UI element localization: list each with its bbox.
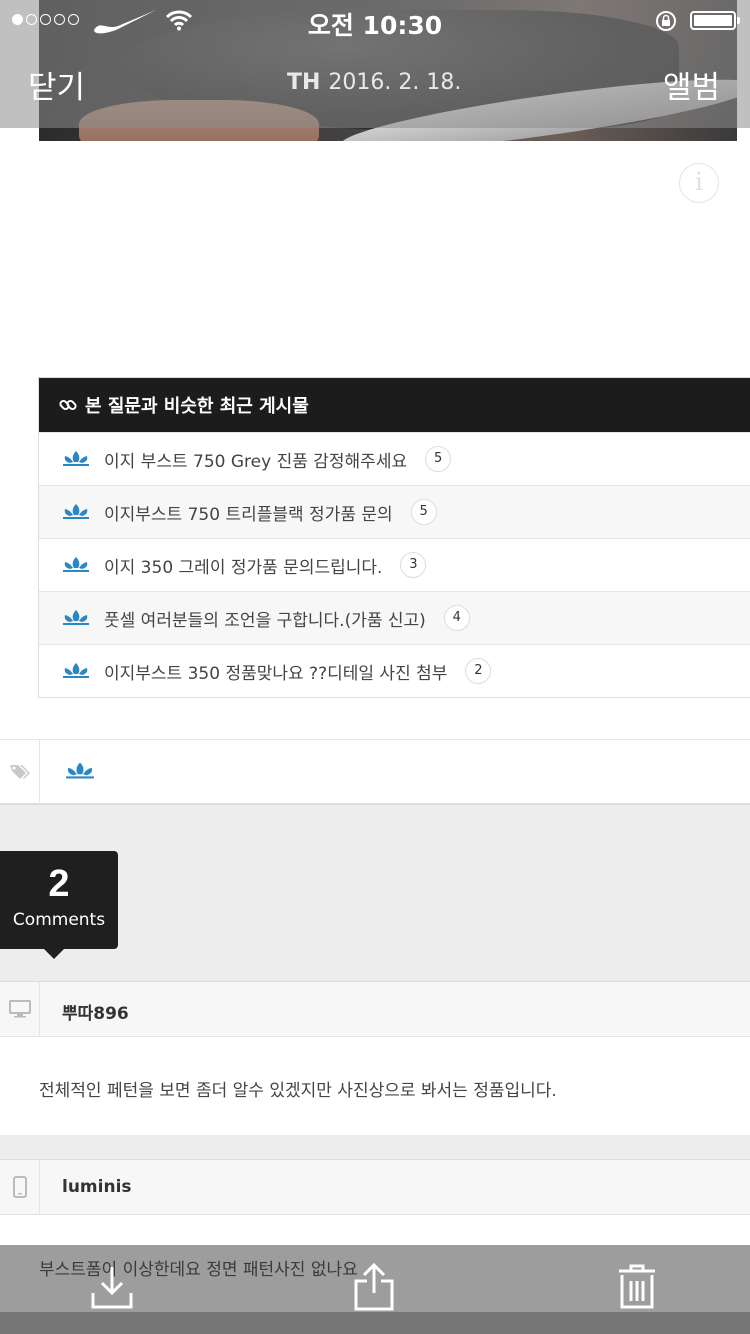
related-posts: 본 질문과 비슷한 최근 게시물 이지 부스트 750 Grey 진품 감정해주… — [38, 377, 750, 698]
comment-text: 부스트폼이 이상한데요 정면 패턴사진 없나요 — [39, 1260, 358, 1280]
device-cell — [0, 982, 40, 1036]
desktop-icon — [8, 1000, 31, 1018]
adidas-trefoil-icon — [63, 663, 89, 678]
photo-title: TH 2016. 2. 18. — [287, 70, 461, 95]
status-time: 오전 10:30 — [307, 11, 443, 40]
related-post-item[interactable]: 이지부스트 750 트리플블랙 정가품 문의 5 — [39, 485, 750, 538]
adidas-trefoil-icon — [63, 451, 89, 466]
comment-header: 뿌따896 — [0, 981, 750, 1037]
adidas-trefoil-icon — [63, 557, 89, 572]
related-posts-header: 본 질문과 비슷한 최근 게시물 — [39, 378, 750, 432]
related-post-item[interactable]: 풋셀 여러분들의 조언을 구합니다.(가품 신고) 4 — [39, 591, 750, 644]
comments-count-number: 2 — [48, 863, 70, 905]
rotation-lock-icon — [656, 11, 676, 31]
adidas-trefoil-icon[interactable] — [64, 760, 96, 782]
comment-header: luminis — [0, 1159, 750, 1215]
comment-author[interactable]: 뿌따896 — [62, 999, 129, 1024]
tag-icon — [9, 765, 30, 779]
status-bar: 오전 10:30 — [0, 0, 750, 40]
download-icon[interactable] — [90, 1263, 134, 1311]
related-post-item[interactable]: 이지부스트 350 정품맞나요 ??디테일 사진 첨부 2 — [39, 644, 750, 697]
related-post-title: 이지부스트 750 트리플블랙 정가품 문의 — [104, 504, 393, 525]
adidas-trefoil-icon — [63, 610, 89, 625]
related-posts-title: 본 질문과 비슷한 최근 게시물 — [85, 396, 309, 417]
title-prefix: TH — [287, 70, 321, 95]
mobile-phone-icon — [12, 1176, 27, 1198]
related-post-item[interactable]: 이지 350 그레이 정가품 문의드립니다. 3 — [39, 538, 750, 591]
comment-text: 전체적인 페턴을 보면 좀더 알수 있겠지만 사진상으로 봐서는 정품입니다. — [39, 1081, 557, 1101]
related-post-title: 이지부스트 350 정품맞나요 ??디테일 사진 첨부 — [104, 663, 448, 684]
comment-count-badge: 2 — [465, 658, 492, 684]
comment-author[interactable]: luminis — [62, 1177, 132, 1197]
comments-count-label: Comments — [12, 910, 106, 930]
comment-count-badge: 3 — [400, 552, 427, 578]
home-indicator-strip — [0, 1312, 750, 1334]
related-post-title: 이지 350 그레이 정가품 문의드립니다. — [104, 557, 383, 578]
comments-count-badge: 2 Comments — [0, 851, 118, 959]
related-post-title: 풋셀 여러분들의 조언을 구합니다.(가품 신고) — [104, 610, 426, 631]
tag-icon-cell — [0, 740, 40, 804]
album-button[interactable]: 앨범 — [663, 62, 720, 107]
comment-count-badge: 5 — [425, 446, 452, 472]
close-button[interactable]: 닫기 — [28, 62, 85, 107]
related-post-title: 이지 부스트 750 Grey 진품 감정해주세요 — [104, 451, 408, 472]
comment-count-badge: 5 — [410, 499, 437, 525]
link-icon — [59, 399, 77, 411]
title-date: 2016. 2. 18. — [328, 70, 462, 95]
share-icon[interactable] — [353, 1263, 395, 1311]
tag-row — [0, 739, 750, 805]
battery-icon — [690, 11, 740, 30]
adidas-trefoil-icon — [63, 504, 89, 519]
info-icon[interactable]: i — [679, 163, 719, 203]
comment-body: 전체적인 페턴을 보면 좀더 알수 있겠지만 사진상으로 봐서는 정품입니다. — [0, 1037, 750, 1135]
device-cell — [0, 1160, 40, 1214]
related-post-item[interactable]: 이지 부스트 750 Grey 진품 감정해주세요 5 — [39, 432, 750, 485]
comment-divider — [0, 1135, 750, 1159]
trash-icon[interactable] — [617, 1263, 657, 1311]
comment-count-badge: 4 — [443, 605, 470, 631]
